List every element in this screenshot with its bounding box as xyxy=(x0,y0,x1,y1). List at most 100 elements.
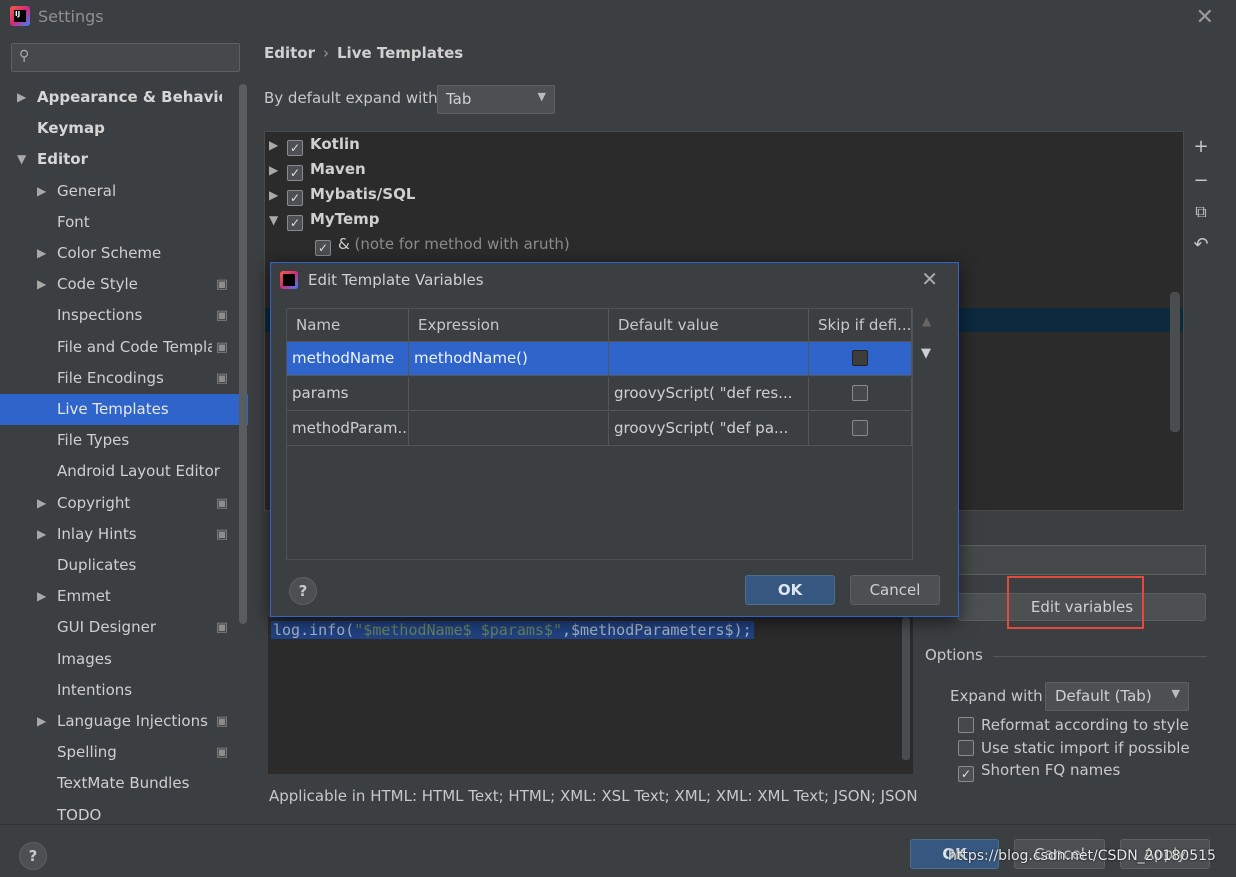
shorten-fq-checkbox[interactable]: ✓ xyxy=(958,766,974,782)
shorten-fq-option[interactable]: ✓ Shorten FQ names xyxy=(958,761,1120,782)
sidebar-item-language-injections[interactable]: ▶ Language Injections ▣ xyxy=(0,706,248,737)
sidebar-item-intentions[interactable]: Intentions xyxy=(0,675,248,706)
cell-expression[interactable] xyxy=(409,377,609,411)
cell-name[interactable]: params xyxy=(287,377,409,411)
expand-arrow-icon[interactable]: ▼ xyxy=(17,144,26,175)
collapse-arrow-icon[interactable]: ▶ xyxy=(17,82,26,113)
table-side-controls: ▲ ▼ xyxy=(914,308,943,560)
breadcrumb-parent[interactable]: Editor xyxy=(264,44,315,62)
sidebar-item-file-types[interactable]: File Types xyxy=(0,425,248,456)
sidebar-item-code-style[interactable]: ▶ Code Style ▣ xyxy=(0,269,248,300)
column-header-name[interactable]: Name xyxy=(287,309,409,342)
close-icon[interactable]: ✕ xyxy=(1196,5,1214,30)
collapse-arrow-icon[interactable]: ▶ xyxy=(37,706,46,737)
tree-group-kotlin[interactable]: ▶ ✓ Kotlin xyxy=(269,132,360,156)
sidebar-item-file-encodings[interactable]: File Encodings ▣ xyxy=(0,363,248,394)
settings-search[interactable]: ⚲ xyxy=(11,43,240,72)
sidebar-item-todo[interactable]: TODO xyxy=(0,800,248,824)
cell-default[interactable]: groovyScript( "def pa... xyxy=(609,412,809,446)
reformat-checkbox[interactable] xyxy=(958,717,974,733)
reformat-option[interactable]: Reformat according to style xyxy=(958,716,1189,734)
expand-with-select[interactable]: Default (Tab) ▼ xyxy=(1045,682,1189,711)
sidebar-item-copyright[interactable]: ▶ Copyright ▣ xyxy=(0,488,248,519)
tree-scrollbar[interactable] xyxy=(1170,292,1180,432)
collapse-arrow-icon[interactable]: ▶ xyxy=(269,158,287,182)
collapse-arrow-icon[interactable]: ▶ xyxy=(37,519,46,550)
cell-expression[interactable]: methodName() xyxy=(409,342,609,376)
cell-name[interactable]: methodParam... xyxy=(287,412,409,446)
collapse-arrow-icon[interactable]: ▶ xyxy=(269,133,287,157)
breadcrumb: Editor › Live Templates xyxy=(264,44,463,62)
table-row[interactable]: params groovyScript( "def res... xyxy=(287,377,912,412)
skip-checkbox[interactable] xyxy=(852,420,868,436)
dialog-ok-button[interactable]: OK xyxy=(745,575,835,605)
sidebar-item-emmet[interactable]: ▶ Emmet xyxy=(0,581,248,612)
sidebar-item-textmate-bundles[interactable]: TextMate Bundles xyxy=(0,768,248,799)
move-down-icon[interactable]: ▼ xyxy=(921,346,931,361)
sidebar-item-inlay-hints[interactable]: ▶ Inlay Hints ▣ xyxy=(0,519,248,550)
skip-checkbox[interactable] xyxy=(852,385,868,401)
variables-table: Name Expression Default value Skip if de… xyxy=(286,308,913,560)
sidebar-item-color-scheme[interactable]: ▶ Color Scheme xyxy=(0,238,248,269)
static-import-checkbox[interactable] xyxy=(958,740,974,756)
sidebar-item-editor[interactable]: ▼ Editor xyxy=(0,144,248,175)
sidebar-item-images[interactable]: Images xyxy=(0,644,248,675)
sidebar-item-live-templates[interactable]: Live Templates xyxy=(0,394,248,425)
editor-scrollbar[interactable] xyxy=(902,617,910,760)
collapse-arrow-icon[interactable]: ▶ xyxy=(37,176,46,207)
restore-icon[interactable]: ↶ xyxy=(1191,235,1211,255)
edit-variables-button[interactable]: Edit variables xyxy=(958,593,1206,621)
template-text-editor[interactable]: log.info("$methodName$ $params$",$method… xyxy=(268,617,913,774)
sidebar-item-font[interactable]: Font xyxy=(0,207,248,238)
sidebar-item-file-and-code-templates[interactable]: File and Code Templates▣ xyxy=(0,332,248,363)
close-icon[interactable]: ✕ xyxy=(921,267,938,291)
search-input[interactable] xyxy=(42,47,232,67)
cell-default[interactable]: groovyScript( "def res... xyxy=(609,377,809,411)
skip-checkbox[interactable] xyxy=(852,350,868,366)
static-import-option[interactable]: Use static import if possible xyxy=(958,739,1190,757)
checkbox[interactable]: ✓ xyxy=(287,215,303,231)
add-icon[interactable]: + xyxy=(1191,137,1211,157)
checkbox[interactable]: ✓ xyxy=(315,240,331,256)
collapse-arrow-icon[interactable]: ▶ xyxy=(269,183,287,207)
sidebar-item-duplicates[interactable]: Duplicates xyxy=(0,550,248,581)
cell-name[interactable]: methodName xyxy=(287,342,409,376)
sidebar-item-spelling[interactable]: Spelling ▣ xyxy=(0,737,248,768)
sidebar-item-label: GUI Designer xyxy=(57,618,156,637)
checkbox[interactable]: ✓ xyxy=(287,140,303,156)
tree-group-maven[interactable]: ▶ ✓ Maven xyxy=(269,157,366,181)
move-up-icon[interactable]: ▲ xyxy=(922,314,931,328)
expand-arrow-icon[interactable]: ▼ xyxy=(269,208,287,232)
sidebar-scrollbar[interactable] xyxy=(239,84,247,624)
table-row[interactable]: methodName methodName() xyxy=(287,342,912,377)
expand-select[interactable]: Tab ▼ xyxy=(437,85,555,114)
help-button[interactable]: ? xyxy=(289,577,317,605)
checkbox[interactable]: ✓ xyxy=(287,165,303,181)
collapse-arrow-icon[interactable]: ▶ xyxy=(37,581,46,612)
applicable-contexts[interactable]: Applicable in HTML: HTML Text; HTML; XML… xyxy=(269,787,919,805)
dialog-cancel-button[interactable]: Cancel xyxy=(850,575,940,605)
cell-expression[interactable] xyxy=(409,412,609,446)
tree-group-mybatis-sql[interactable]: ▶ ✓ Mybatis/SQL xyxy=(269,182,415,206)
copy-icon[interactable]: ⧉ xyxy=(1191,202,1211,222)
tree-item-template[interactable]: ✓ & (note for method with aruth) xyxy=(315,232,570,256)
help-button[interactable]: ? xyxy=(19,842,47,870)
cell-default[interactable] xyxy=(609,342,809,376)
sidebar-item-gui-designer[interactable]: GUI Designer ▣ xyxy=(0,612,248,643)
sidebar-item-inspections[interactable]: Inspections ▣ xyxy=(0,300,248,331)
remove-icon[interactable]: − xyxy=(1191,171,1211,191)
column-header-expression[interactable]: Expression xyxy=(409,309,609,342)
collapse-arrow-icon[interactable]: ▶ xyxy=(37,488,46,519)
column-header-default[interactable]: Default value xyxy=(609,309,809,342)
checkbox[interactable]: ✓ xyxy=(287,190,303,206)
collapse-arrow-icon[interactable]: ▶ xyxy=(37,269,46,300)
tree-group-mytemp[interactable]: ▼ ✓ MyTemp xyxy=(269,207,380,231)
sidebar-item-keymap[interactable]: Keymap xyxy=(0,113,248,144)
collapse-arrow-icon[interactable]: ▶ xyxy=(37,238,46,269)
sidebar-item-appearance-behavior[interactable]: ▶ Appearance & Behavior xyxy=(0,82,248,113)
sidebar-item-general[interactable]: ▶ General xyxy=(0,176,248,207)
sidebar-item-android-layout-editor[interactable]: Android Layout Editor xyxy=(0,456,248,487)
description-field[interactable] xyxy=(958,545,1206,575)
column-header-skip[interactable]: Skip if defi... xyxy=(809,309,912,342)
table-row[interactable]: methodParam... groovyScript( "def pa... xyxy=(287,412,912,447)
